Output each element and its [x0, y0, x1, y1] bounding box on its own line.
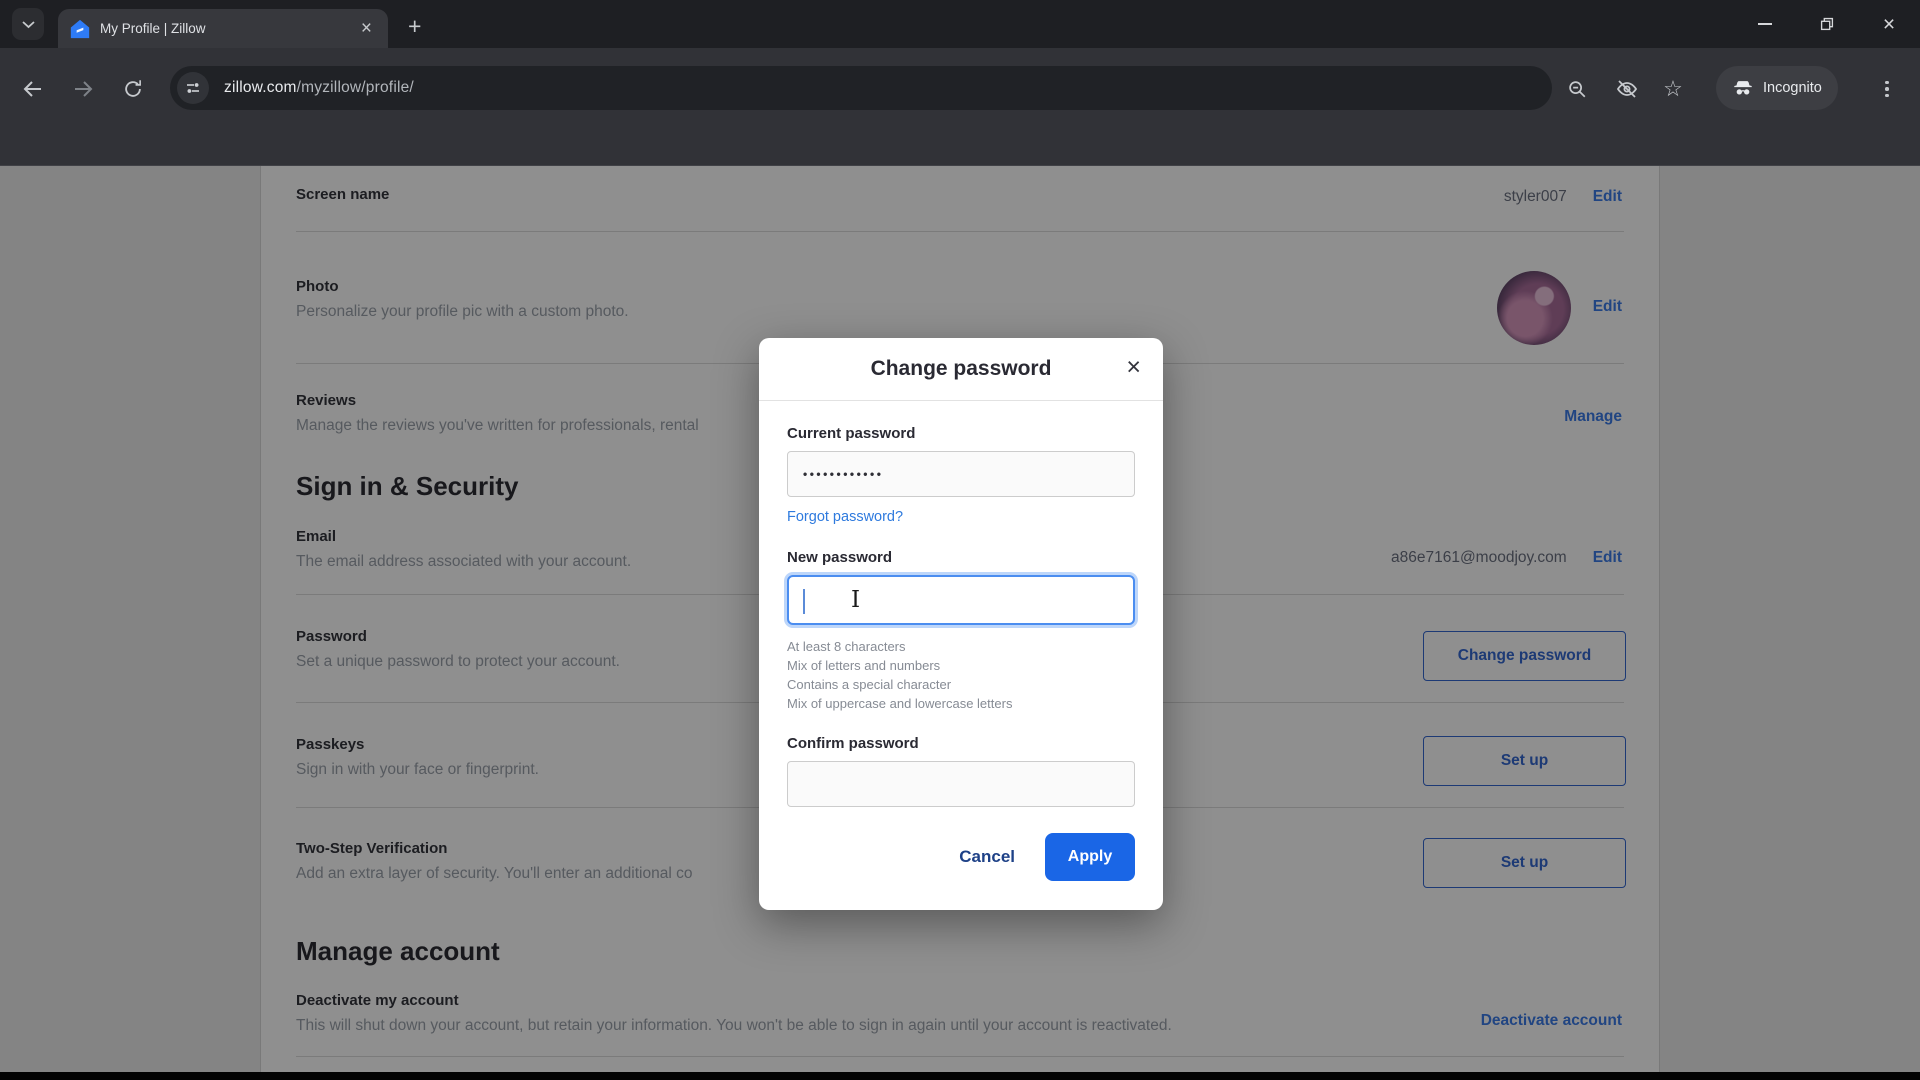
confirm-password-label: Confirm password [787, 735, 919, 752]
close-button[interactable]: × [1858, 0, 1920, 48]
minimize-button[interactable] [1734, 0, 1796, 48]
ibeam-cursor-icon: I [851, 587, 861, 613]
browser-toolbar: zillow.com/myzillow/profile/ ☆ Incognito [0, 48, 1920, 166]
bookmark-button[interactable]: ☆ [1658, 74, 1688, 104]
content-blocked-button[interactable] [1612, 74, 1642, 104]
incognito-label: Incognito [1763, 80, 1822, 96]
back-button[interactable] [16, 72, 50, 106]
new-tab-button[interactable]: + [402, 11, 427, 42]
url-path: /myzillow/profile/ [296, 79, 414, 96]
requirement-item: Contains a special character [787, 677, 952, 692]
tab-search-button[interactable] [12, 8, 44, 40]
url-text[interactable]: zillow.com/myzillow/profile/ [224, 79, 414, 97]
eye-off-icon [1615, 77, 1639, 101]
cancel-button[interactable]: Cancel [959, 847, 1015, 867]
modal-header: Change password × [759, 338, 1163, 401]
modal-title: Change password [870, 357, 1052, 380]
tab-title: My Profile | Zillow [100, 21, 206, 36]
current-password-label: Current password [787, 425, 916, 442]
reload-button[interactable] [116, 72, 150, 106]
page-background: Screen name styler007 Edit Photo Persona… [0, 166, 1920, 1072]
new-password-label: New password [787, 549, 893, 566]
incognito-badge[interactable]: Incognito [1716, 66, 1838, 110]
forward-button[interactable] [66, 72, 100, 106]
url-domain: zillow.com [224, 79, 297, 96]
text-caret [803, 589, 805, 614]
browser-tab[interactable]: My Profile | Zillow × [58, 9, 388, 48]
modal-body: Current password •••••••••••• Forgot pas… [759, 401, 1163, 881]
browser-titlebar: My Profile | Zillow × + × [0, 0, 1920, 48]
apply-button[interactable]: Apply [1045, 833, 1135, 881]
tune-icon [185, 80, 201, 96]
site-settings-button[interactable] [177, 72, 209, 104]
modal-footer: Cancel Apply [787, 833, 1135, 881]
browser-menu-button[interactable] [1878, 74, 1896, 104]
modal-close-button[interactable]: × [1126, 355, 1141, 380]
incognito-icon [1732, 77, 1754, 99]
requirement-item: Mix of uppercase and lowercase letters [787, 696, 1013, 711]
requirement-item: Mix of letters and numbers [787, 658, 941, 673]
zoom-button[interactable] [1562, 74, 1592, 104]
confirm-password-input[interactable] [787, 761, 1135, 807]
current-password-input[interactable]: •••••••••••• [787, 451, 1135, 497]
omnibox[interactable]: zillow.com/myzillow/profile/ [170, 66, 1552, 110]
window-controls: × [1734, 0, 1920, 48]
star-icon: ☆ [1663, 76, 1683, 101]
new-password-input[interactable]: I [787, 575, 1135, 625]
requirement-item: At least 8 characters [787, 639, 906, 654]
current-password-masked-value: •••••••••••• [803, 467, 884, 481]
minimize-icon [1758, 23, 1772, 25]
chevron-down-icon [21, 20, 35, 29]
restore-button[interactable] [1796, 0, 1858, 48]
forgot-password-link[interactable]: Forgot password? [787, 509, 1135, 527]
zillow-favicon-icon [70, 19, 90, 39]
magnifier-zoom-icon [1566, 78, 1588, 100]
restore-icon [1818, 15, 1836, 33]
tab-close-button[interactable]: × [357, 17, 376, 40]
password-requirements: At least 8 characters Mix of letters and… [787, 637, 1135, 713]
bottom-edge-bar [0, 1072, 1920, 1080]
change-password-modal: Change password × Current password •••••… [759, 338, 1163, 910]
